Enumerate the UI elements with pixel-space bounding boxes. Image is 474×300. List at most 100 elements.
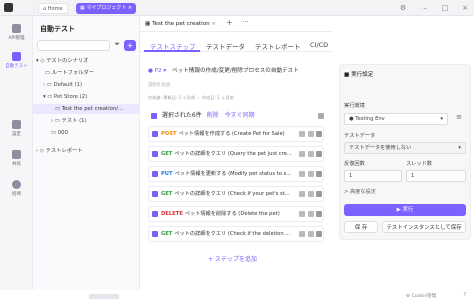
- step-copy-icon[interactable]: [308, 131, 314, 137]
- step-copy-icon[interactable]: [308, 171, 314, 177]
- step-more-icon[interactable]: [316, 171, 322, 177]
- tab-report[interactable]: テストレポート: [255, 41, 301, 51]
- minimize-icon[interactable]: –: [420, 3, 430, 13]
- chevron-down-icon: ▾: [440, 116, 443, 122]
- step-description: ペット情報を作成する (Create Pet for Sale): [178, 131, 285, 137]
- cookie-settings[interactable]: ⚙ Cookie管理: [406, 293, 436, 299]
- search-input[interactable]: [37, 40, 110, 51]
- step-more-icon[interactable]: [316, 151, 322, 157]
- step-copy-icon[interactable]: [308, 231, 314, 237]
- step-checkbox[interactable]: [152, 190, 158, 197]
- step-row[interactable]: PUT ペット情報を更新する (Modify pet status to s...: [148, 166, 324, 182]
- tree-label: Pet Store (2): [54, 94, 88, 100]
- close-icon[interactable]: ×: [211, 21, 216, 27]
- priority-badge[interactable]: ● P2 ▾: [148, 68, 166, 74]
- step-copy-icon[interactable]: [308, 211, 314, 217]
- step-more-icon[interactable]: [316, 131, 322, 137]
- step-toggle-icon[interactable]: [299, 151, 305, 157]
- delete-link[interactable]: 削除: [207, 112, 219, 119]
- step-toggle-icon[interactable]: [299, 211, 305, 217]
- save-button[interactable]: 保 存: [344, 221, 378, 233]
- env-select[interactable]: ● Testing Env ▾: [344, 113, 448, 125]
- rail-item-invite[interactable]: 招待: [0, 180, 33, 197]
- scenario-header: ● P2 ▾ ペット情報の作成/変更/削除プロセスの自動テスト: [148, 66, 299, 74]
- step-toggle-icon[interactable]: [299, 171, 305, 177]
- tab-data[interactable]: テストデータ: [206, 41, 245, 51]
- step-toggle-icon[interactable]: [299, 231, 305, 237]
- http-method: GET: [161, 151, 173, 157]
- step-row[interactable]: GET ペットの詳細をクエリ (Check if your pet's st...: [148, 186, 324, 202]
- thread-label: スレッド数: [406, 161, 432, 167]
- step-more-icon[interactable]: [316, 231, 322, 237]
- data-select[interactable]: テストデータを使用しない ▾: [344, 142, 466, 154]
- advanced-settings-toggle[interactable]: > 高度な設定: [344, 188, 376, 195]
- step-row[interactable]: GET ペットの詳細をクエリ (Query the pet just cre...: [148, 146, 324, 162]
- thread-input[interactable]: 1: [406, 170, 466, 182]
- tree-label: テストのシナリオ: [46, 58, 89, 64]
- main-area: ▦ Test the pet creation × + ··· テストステップ …: [140, 16, 474, 290]
- scenario-title[interactable]: ペット情報の作成/変更/削除プロセスの自動テスト: [172, 68, 299, 74]
- tree-label: Test the pet creation/...: [61, 106, 124, 112]
- filter-icon[interactable]: ⏷: [112, 40, 122, 51]
- sidebar: 自動テスト ⏷ + ▾ ◇ テストのシナリオ ▭ ルートフォルダー › ▭ De…: [33, 16, 140, 299]
- tree-item[interactable]: › ▭ Default (1): [33, 80, 140, 90]
- maximize-icon[interactable]: □: [440, 3, 450, 13]
- tree-item[interactable]: ▾ ▭ Pet Store (2): [33, 92, 140, 102]
- run-button[interactable]: ▶ 実行: [344, 204, 466, 216]
- tab-cicd[interactable]: CI/CD: [310, 41, 328, 49]
- step-checkbox[interactable]: [152, 170, 158, 177]
- chevron-down-icon: ▾: [458, 145, 461, 151]
- rail-item-api[interactable]: API管理: [0, 24, 33, 41]
- rail-label: 招待: [12, 192, 21, 197]
- tree-item[interactable]: ▭ ルートフォルダー: [33, 68, 140, 78]
- step-checkbox[interactable]: [152, 130, 158, 137]
- rail-item-settings[interactable]: 設定: [0, 120, 33, 137]
- add-step-button[interactable]: + ステップを追加: [208, 254, 257, 263]
- tree-label: Default (1): [53, 82, 83, 88]
- tree-item[interactable]: › ▭ テスト (1): [33, 116, 140, 126]
- step-toggle-icon[interactable]: [299, 131, 305, 137]
- step-more-icon[interactable]: [316, 191, 322, 197]
- step-checkbox[interactable]: [152, 230, 158, 237]
- step-row[interactable]: GET ペットの詳細をクエリ (Check if the deletion ...: [148, 226, 324, 242]
- doc-tab[interactable]: ▦ Test the pet creation ×: [145, 19, 216, 29]
- step-more-icon[interactable]: [316, 211, 322, 217]
- help-icon[interactable]: ?: [459, 292, 471, 300]
- selection-count: 選択された6件: [161, 112, 202, 119]
- priority-label: P2: [154, 68, 162, 74]
- env-list-icon[interactable]: ≡: [452, 113, 466, 125]
- selection-bar: 選択された6件 削除 今すぐ同期: [148, 110, 324, 122]
- tree-item[interactable]: ▾ ◇ テストのシナリオ: [33, 56, 140, 66]
- home-tab[interactable]: ⌂ Home: [38, 3, 68, 14]
- step-checkbox[interactable]: [152, 150, 158, 157]
- rail-label: 共有: [12, 162, 21, 167]
- tree-item[interactable]: ▭ 000: [33, 128, 140, 138]
- step-toggle-icon[interactable]: [299, 191, 305, 197]
- step-description: ペット情報を削除する (Delete the pet): [184, 211, 280, 217]
- close-icon[interactable]: ×: [460, 3, 470, 13]
- add-button[interactable]: +: [124, 40, 136, 51]
- http-method: GET: [161, 191, 173, 197]
- collapse-icon[interactable]: [318, 113, 324, 119]
- tree-item-report[interactable]: › ◇ テストレポート: [33, 146, 140, 156]
- sync-link[interactable]: 今すぐ同期: [225, 112, 255, 119]
- save-as-instance-button[interactable]: テストインスタンスとして保存: [382, 221, 466, 233]
- select-all-checkbox[interactable]: [151, 112, 157, 119]
- settings-icon[interactable]: ⚙: [398, 3, 408, 13]
- tree-label: テスト (1): [61, 118, 87, 124]
- loop-input[interactable]: 1: [344, 170, 402, 182]
- new-tab-icon[interactable]: +: [226, 18, 233, 27]
- rail-item-share[interactable]: 共有: [0, 150, 33, 167]
- http-method: DELETE: [161, 211, 183, 217]
- step-copy-icon[interactable]: [308, 151, 314, 157]
- project-tab[interactable]: ▦ マイプロジェクト ×: [76, 3, 137, 14]
- step-checkbox[interactable]: [152, 210, 158, 217]
- sidebar-footer-logo: [89, 294, 119, 299]
- rail-item-autotest[interactable]: 自動テスト: [0, 52, 33, 69]
- scenario-description[interactable]: 説明を追加: [148, 82, 170, 88]
- step-copy-icon[interactable]: [308, 191, 314, 197]
- step-row[interactable]: DELETE ペット情報を削除する (Delete the pet): [148, 206, 324, 222]
- tree-item-selected[interactable]: ▭ Test the pet creation/...: [33, 104, 140, 114]
- step-row[interactable]: POST ペット情報を作成する (Create Pet for Sale): [148, 126, 324, 142]
- more-icon[interactable]: ···: [242, 18, 249, 26]
